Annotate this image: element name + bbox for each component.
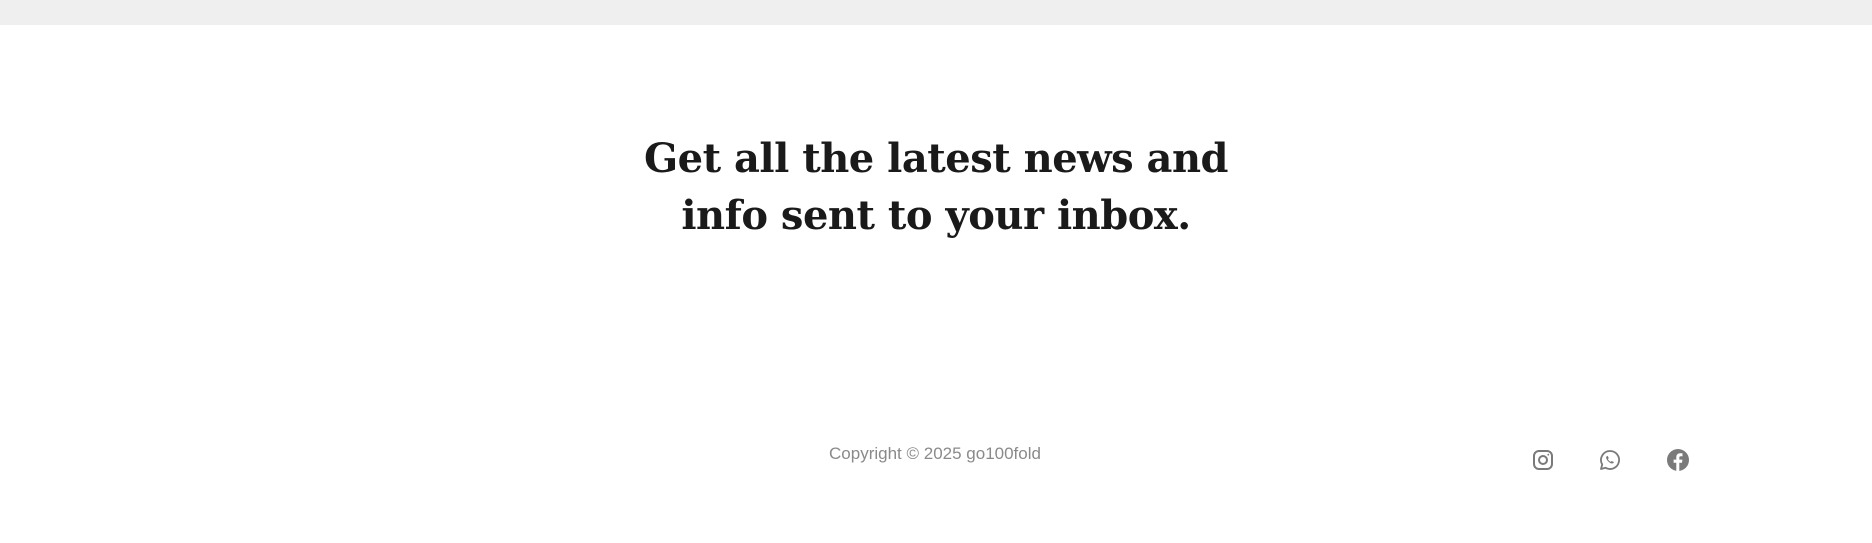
facebook-link[interactable] xyxy=(1666,448,1690,472)
copyright-text: Copyright © 2025 go100fold xyxy=(829,444,1041,463)
newsletter-section: Get all the latest news and info sent to… xyxy=(0,130,1872,244)
whatsapp-link[interactable] xyxy=(1598,448,1622,472)
top-bar xyxy=(0,0,1872,25)
newsletter-headline: Get all the latest news and info sent to… xyxy=(643,135,1229,239)
instagram-link[interactable] xyxy=(1531,448,1555,472)
facebook-icon xyxy=(1667,449,1689,471)
whatsapp-icon xyxy=(1600,450,1620,470)
instagram-icon xyxy=(1533,450,1553,470)
